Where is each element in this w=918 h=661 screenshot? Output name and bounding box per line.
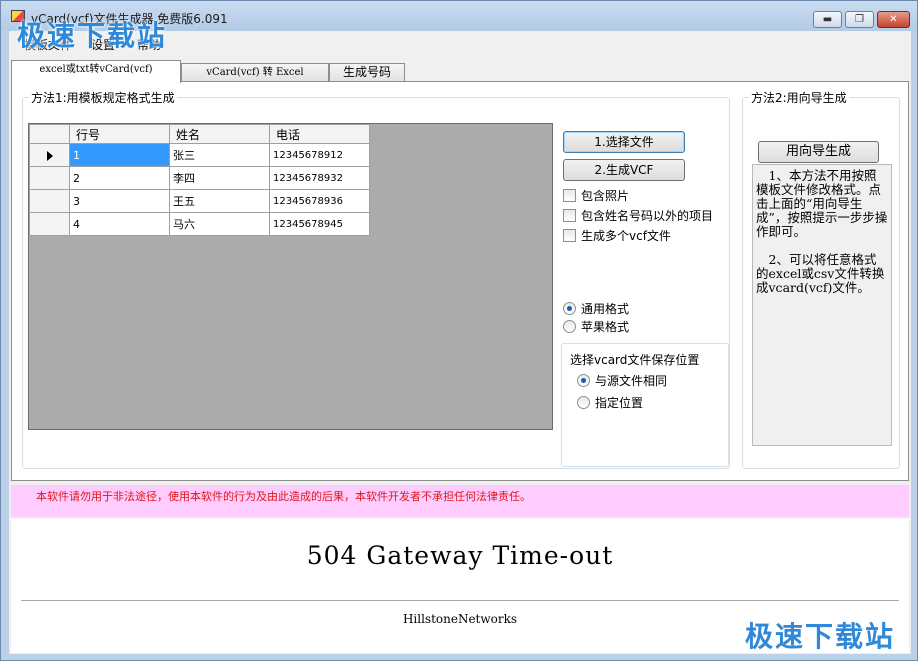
- format-generic-label: 通用格式: [581, 302, 630, 316]
- multiple-vcf-checkbox[interactable]: 生成多个vcf文件: [563, 228, 671, 244]
- column-header-row-number[interactable]: 行号: [69, 124, 170, 144]
- method2-title: 方法2:用向导生成: [749, 89, 849, 106]
- tab-generate-numbers[interactable]: 生成号码: [329, 63, 405, 82]
- watermark-bottom: 极速下载站: [745, 620, 896, 653]
- cell-row-number[interactable]: 1: [69, 143, 170, 167]
- method1-group: 方法1:用模板规定格式生成 行号 姓名 电话 1 张三 12345678912 …: [22, 89, 730, 469]
- description-paragraph-1: 1、本方法不用按照模板文件修改格式。点击上面的“用向导生成”，按照提示一步步操作…: [756, 168, 888, 239]
- data-grid[interactable]: 行号 姓名 电话 1 张三 12345678912 2 李四 123456789…: [28, 123, 553, 430]
- radio-dot[interactable]: [577, 396, 590, 409]
- cell-row-number[interactable]: 3: [69, 189, 170, 213]
- description-paragraph-2: 2、可以将任意格式的excel或csv文件转换成vcard(vcf)文件。: [756, 252, 885, 295]
- cell-name[interactable]: 马六: [169, 212, 270, 236]
- minimize-button[interactable]: ▬: [813, 11, 842, 28]
- cell-phone[interactable]: 12345678912: [269, 143, 370, 167]
- checkbox-box[interactable]: [563, 229, 576, 242]
- include-other-fields-checkbox[interactable]: 包含姓名号码以外的项目: [563, 208, 713, 224]
- column-header-name[interactable]: 姓名: [169, 124, 270, 144]
- checkbox-box[interactable]: [563, 209, 576, 222]
- save-location-group: 选择vcard文件保存位置 与源文件相同 指定位置: [561, 343, 729, 467]
- column-header-phone[interactable]: 电话: [269, 124, 370, 144]
- cell-name[interactable]: 张三: [169, 143, 270, 167]
- checkbox-box[interactable]: [563, 189, 576, 202]
- radio-dot[interactable]: [563, 320, 576, 333]
- watermark-top: 极速下载站: [17, 19, 168, 52]
- wizard-button[interactable]: 用向导生成: [758, 141, 879, 163]
- maximize-button[interactable]: ❐: [845, 11, 874, 28]
- generate-vcf-button[interactable]: 2.生成VCF: [563, 159, 685, 181]
- tab-excel-to-vcard[interactable]: excel或txt转vCard(vcf): [11, 60, 181, 83]
- format-apple-radio[interactable]: 苹果格式: [563, 319, 629, 335]
- divider: [21, 600, 899, 601]
- include-other-fields-label: 包含姓名号码以外的项目: [581, 209, 714, 223]
- method2-group: 方法2:用向导生成 用向导生成 1、本方法不用按照模板文件修改格式。点击上面的“…: [742, 89, 900, 469]
- save-same-as-source-radio[interactable]: 与源文件相同: [577, 373, 667, 389]
- error-title: 504 Gateway Time-out: [306, 541, 614, 570]
- table-row[interactable]: 4 马六 12345678945: [29, 212, 370, 236]
- save-location-title: 选择vcard文件保存位置: [570, 353, 700, 367]
- method2-description[interactable]: 1、本方法不用按照模板文件修改格式。点击上面的“用向导生成”，按照提示一步步操作…: [752, 164, 892, 446]
- save-specified-location-radio[interactable]: 指定位置: [577, 395, 643, 411]
- grid-corner: [29, 124, 70, 144]
- disclaimer-banner: 本软件请勿用于非法途径，使用本软件的行为及由此造成的后果，本软件开发者不承担任何…: [11, 485, 909, 517]
- format-generic-radio[interactable]: 通用格式: [563, 301, 629, 317]
- radio-dot-selected[interactable]: [577, 374, 590, 387]
- cell-row-number[interactable]: 4: [69, 212, 170, 236]
- cell-phone[interactable]: 12345678936: [269, 189, 370, 213]
- close-button[interactable]: ✕: [877, 11, 910, 28]
- include-photo-checkbox[interactable]: 包含照片: [563, 188, 629, 204]
- cell-name[interactable]: 王五: [169, 189, 270, 213]
- cell-name[interactable]: 李四: [169, 166, 270, 190]
- cell-row-number[interactable]: 2: [69, 166, 170, 190]
- row-header[interactable]: [29, 212, 70, 236]
- table-row[interactable]: 1 张三 12345678912: [29, 143, 370, 167]
- current-row-icon: [46, 150, 53, 161]
- format-apple-label: 苹果格式: [581, 320, 630, 334]
- row-header-current[interactable]: [29, 143, 70, 167]
- method1-title: 方法1:用模板规定格式生成: [29, 89, 177, 106]
- multiple-vcf-label: 生成多个vcf文件: [581, 229, 671, 243]
- radio-dot-selected[interactable]: [563, 302, 576, 315]
- cell-phone[interactable]: 12345678945: [269, 212, 370, 236]
- app-window: vCard(vcf)文件生成器 免费版6.091 ▬ ❐ ✕ 模板文件 设置 帮…: [0, 0, 918, 661]
- cell-phone[interactable]: 12345678932: [269, 166, 370, 190]
- row-header[interactable]: [29, 166, 70, 190]
- save-same-as-source-label: 与源文件相同: [595, 374, 668, 388]
- row-header[interactable]: [29, 189, 70, 213]
- include-photo-label: 包含照片: [581, 189, 630, 203]
- save-specified-location-label: 指定位置: [595, 396, 644, 410]
- table-row[interactable]: 3 王五 12345678936: [29, 189, 370, 213]
- client-area: 模板文件 设置 帮助 excel或txt转vCard(vcf) vCard(vc…: [9, 31, 911, 654]
- disclaimer-text: 本软件请勿用于非法途径，使用本软件的行为及由此造成的后果，本软件开发者不承担任何…: [36, 490, 531, 503]
- table-row[interactable]: 2 李四 12345678932: [29, 166, 370, 190]
- tab-panel: 方法1:用模板规定格式生成 行号 姓名 电话 1 张三 12345678912 …: [11, 81, 909, 481]
- choose-file-button[interactable]: 1.选择文件: [563, 131, 685, 153]
- tab-vcard-to-excel[interactable]: vCard(vcf) 转 Excel: [181, 63, 329, 82]
